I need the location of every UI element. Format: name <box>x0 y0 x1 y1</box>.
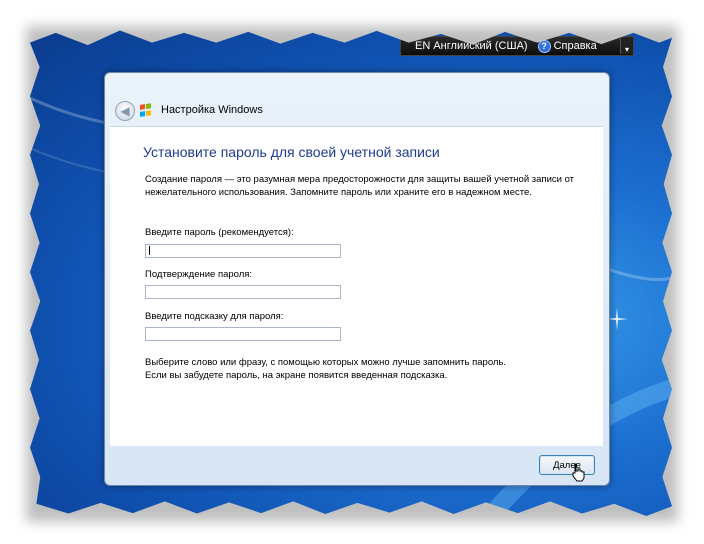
password-hint-label: Введите подсказку для пароля: <box>145 311 284 322</box>
confirm-password-input[interactable] <box>145 285 341 299</box>
windows-logo-pane <box>140 110 145 117</box>
help-button[interactable]: ? Справка <box>534 39 601 53</box>
text-caret <box>149 246 150 255</box>
langbar-menu-icon[interactable]: ▾ <box>620 38 633 54</box>
back-button[interactable]: ◀ <box>115 101 135 121</box>
help-label: Справка <box>553 40 597 52</box>
page-heading: Установите пароль для своей учетной запи… <box>143 144 440 160</box>
password-input[interactable] <box>145 244 341 258</box>
confirm-password-label: Подтверждение пароля: <box>145 269 253 280</box>
hint-note-line: Если вы забудете пароль, на экране появи… <box>145 370 448 381</box>
windows-logo-pane <box>140 104 145 110</box>
next-button[interactable]: Далее <box>539 455 595 475</box>
page-description: Создание пароля — это разумная мера пред… <box>145 174 574 198</box>
hint-note: Выберите слово или фразу, с помощью кото… <box>145 356 585 382</box>
setup-dialog: ◀ Настройка Windows Установите пароль дл… <box>104 72 610 486</box>
password-hint-input[interactable] <box>145 327 341 341</box>
hint-note-line: Выберите слово или фразу, с помощью кото… <box>145 357 507 368</box>
dialog-title: Настройка Windows <box>161 104 263 116</box>
dialog-content: Установите пароль для своей учетной запи… <box>110 126 603 446</box>
password-label: Введите пароль (рекомендуется): <box>145 227 294 238</box>
dialog-titlebar: ◀ Настройка Windows <box>105 73 609 121</box>
windows-logo-pane <box>146 109 151 116</box>
windows-logo-icon <box>140 103 152 117</box>
mouse-cursor-icon <box>572 463 585 482</box>
dialog-footer: Далее <box>105 447 609 485</box>
windows-logo-pane <box>146 103 151 109</box>
